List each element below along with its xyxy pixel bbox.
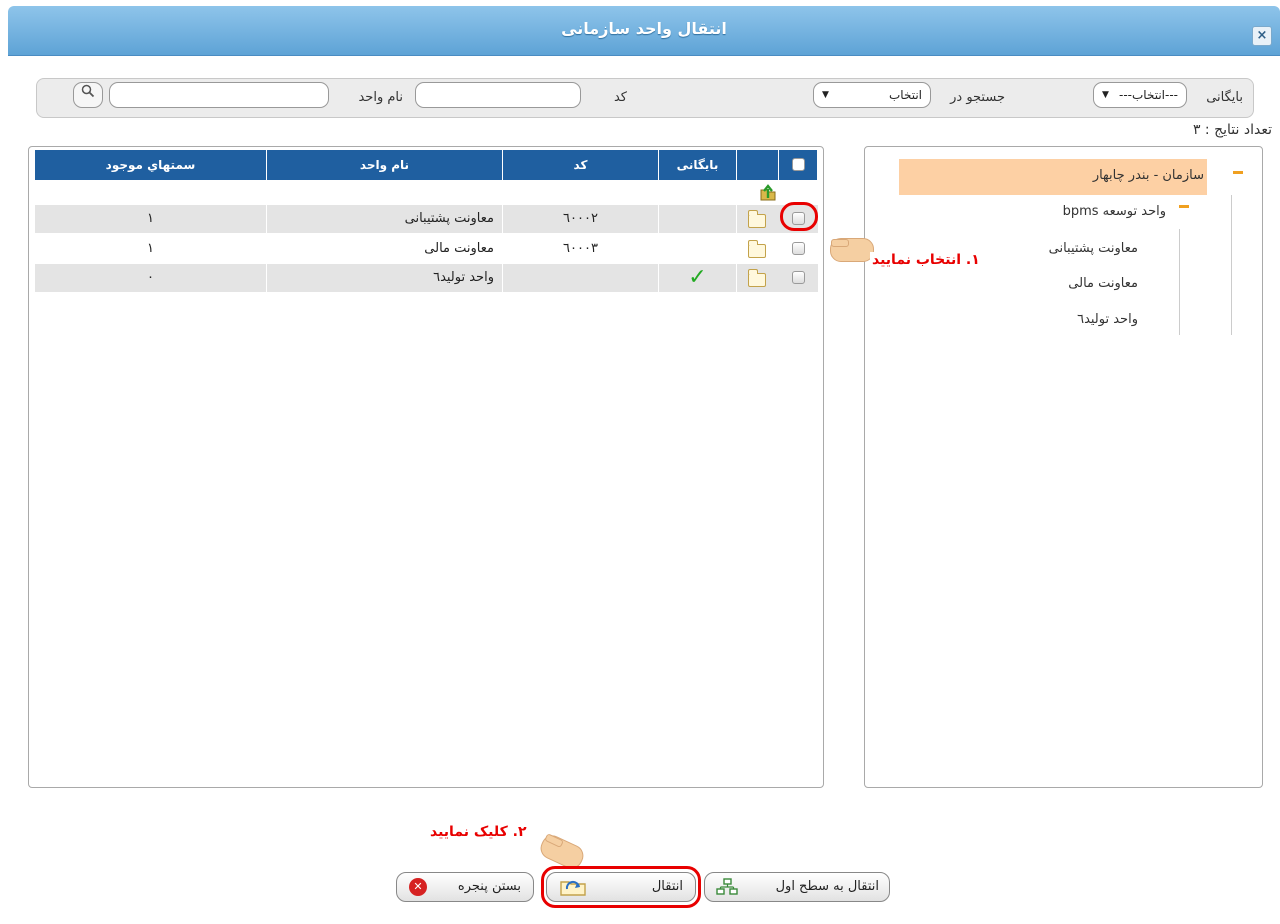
column-header-select: [779, 150, 818, 180]
step2-annotation: ٢. کلیک نمایید: [430, 824, 527, 840]
tree-line: [1231, 195, 1232, 335]
column-header-code[interactable]: کد: [503, 150, 659, 180]
unit-name-input[interactable]: [109, 82, 329, 108]
units-grid: سمتهاي موجود نام واحد کد بایگانی ١ معاون…: [28, 146, 824, 788]
search-button[interactable]: [73, 82, 103, 108]
highlight-circle: [780, 202, 818, 231]
dropdown-arrow-icon: ▼: [1102, 90, 1109, 100]
tree-child-node[interactable]: واحد توسعه bpms: [1063, 204, 1166, 219]
folder-icon[interactable]: [747, 240, 766, 258]
close-circle-icon: ✕: [409, 878, 427, 896]
org-tree-panel: سازمان - بندر چابهار واحد توسعه bpms معا…: [864, 146, 1263, 788]
close-icon[interactable]: ×: [1252, 26, 1272, 46]
step1-annotation: ١. انتخاب نمایید: [870, 252, 982, 268]
cell-code: ٦٠٠٠٣: [503, 235, 659, 263]
up-level-icon[interactable]: [758, 182, 778, 202]
row-checkbox[interactable]: [792, 271, 805, 284]
search-in-select[interactable]: انتخاب ▼: [813, 82, 931, 108]
row-checkbox[interactable]: [792, 242, 805, 255]
select-all-checkbox[interactable]: [792, 158, 805, 171]
cell-positions: ٠: [35, 264, 267, 292]
pointing-hand-icon: [830, 238, 874, 262]
archive-select-value: ---انتخاب---: [1119, 88, 1178, 102]
code-label: کد: [613, 90, 627, 105]
search-in-label: جستجو در: [950, 90, 1005, 105]
unit-name-label: نام واحد: [358, 90, 403, 105]
table-row[interactable]: ١ معاونت پشتیبانی ٦٠٠٠٢: [35, 205, 818, 233]
cell-unit-name: معاونت مالی: [267, 235, 503, 263]
search-in-select-value: انتخاب: [889, 88, 922, 102]
column-header-unit-name[interactable]: نام واحد: [267, 150, 503, 180]
tree-root-node[interactable]: سازمان - بندر چابهار: [1093, 168, 1204, 183]
close-window-button[interactable]: بستن پنجره ✕: [396, 872, 534, 902]
archived-check-icon: ✓: [659, 264, 737, 292]
cell-archived: [659, 205, 737, 233]
cell-unit-name: واحد تولید٦: [267, 264, 503, 292]
search-icon: [81, 84, 95, 98]
dialog-title-bar: انتقال واحد سازمانی ×: [8, 6, 1280, 56]
move-first-level-label: انتقال به سطح اول: [775, 879, 879, 894]
highlight-outline: [541, 866, 701, 908]
folder-icon[interactable]: [747, 210, 766, 228]
cell-code: [503, 264, 659, 292]
folder-icon[interactable]: [747, 269, 766, 287]
collapse-icon[interactable]: [1233, 171, 1243, 174]
table-row[interactable]: ١ معاونت مالی ٦٠٠٠٣: [35, 235, 818, 263]
tree-leaf-node[interactable]: معاونت مالی: [1068, 276, 1138, 291]
column-header-positions[interactable]: سمتهاي موجود: [35, 150, 267, 180]
hierarchy-icon: [716, 878, 738, 895]
search-bar: بایگانی ---انتخاب--- ▼ جستجو در انتخاب ▼…: [36, 78, 1254, 118]
dropdown-arrow-icon: ▼: [822, 90, 829, 100]
table-row[interactable]: ٠ واحد تولید٦ ✓: [35, 264, 818, 292]
code-input[interactable]: [415, 82, 581, 108]
dialog-title: انتقال واحد سازمانی: [561, 19, 727, 38]
cell-positions: ١: [35, 205, 267, 233]
cell-unit-name: معاونت پشتیبانی: [267, 205, 503, 233]
column-header-folder: [737, 150, 779, 180]
archive-label: بایگانی: [1206, 90, 1243, 105]
cell-code: ٦٠٠٠٢: [503, 205, 659, 233]
tree-leaf-node[interactable]: معاونت پشتیبانی: [1049, 241, 1138, 256]
archive-select[interactable]: ---انتخاب--- ▼: [1093, 82, 1187, 108]
collapse-icon[interactable]: [1179, 205, 1189, 208]
move-first-level-button[interactable]: انتقال به سطح اول: [704, 872, 890, 902]
tree-line: [1179, 229, 1180, 335]
column-header-archived[interactable]: بایگانی: [659, 150, 737, 180]
close-window-label: بستن پنجره: [457, 879, 521, 894]
cell-positions: ١: [35, 235, 267, 263]
results-count: تعداد نتایج : ٣: [1192, 122, 1272, 138]
tree-leaf-node[interactable]: واحد تولید٦: [1077, 312, 1138, 327]
cell-archived: [659, 235, 737, 263]
